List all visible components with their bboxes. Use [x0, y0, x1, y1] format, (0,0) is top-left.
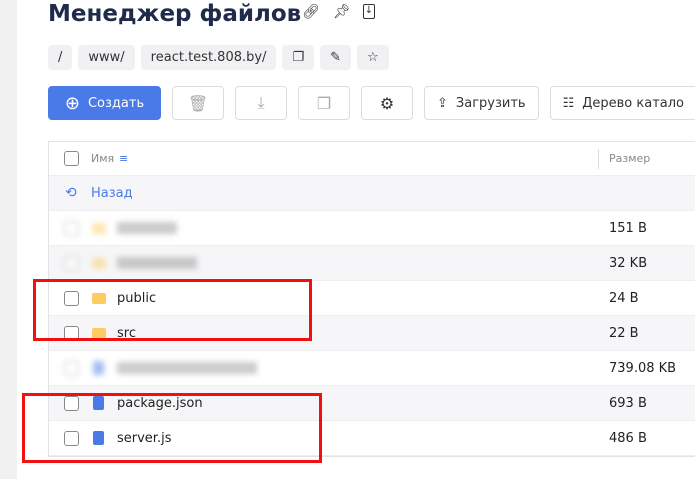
folder-star-icon[interactable]: ☆ — [357, 45, 389, 70]
file-size: 32 KB — [609, 255, 648, 271]
file-name-blurred — [117, 257, 197, 269]
file-size: 486 B — [609, 430, 647, 446]
table-header: Имя ≡ Размер — [49, 142, 695, 176]
column-name[interactable]: Имя — [91, 152, 114, 165]
file-size: 151 B — [609, 220, 647, 236]
sort-icon[interactable]: ≡ — [119, 152, 128, 165]
column-size[interactable]: Размер — [609, 152, 650, 165]
folder-icon — [92, 222, 106, 234]
upload-button[interactable]: ⇪ Загрузить — [424, 86, 539, 120]
toolbar: ⊕ Создать 🗑︎ ⤓ ❐ ⚙ ⇪ Загрузить ☷ Дерево кат… — [48, 86, 695, 120]
file-name-blurred — [117, 222, 177, 234]
download-button[interactable]: ⤓ — [235, 86, 287, 120]
file-name-blurred — [117, 362, 257, 374]
file-size: 739.08 KB — [609, 360, 677, 376]
row-checkbox[interactable] — [64, 220, 79, 236]
row-checkbox[interactable] — [64, 360, 79, 376]
highlight-box — [33, 279, 312, 341]
copy-button[interactable]: ❐ — [298, 86, 350, 120]
folder-icon — [92, 257, 106, 269]
copy-path-icon[interactable]: ❐ — [282, 45, 315, 70]
table-row[interactable]: 151 B — [49, 211, 695, 246]
left-sidebar-edge — [0, 0, 17, 479]
back-icon: ⟲ — [65, 185, 77, 201]
table-row[interactable]: 739.08 KB — [49, 351, 695, 386]
file-size: 24 B — [609, 290, 639, 306]
settings-button[interactable]: ⚙ — [361, 86, 413, 120]
download-file-icon[interactable]: ↓ — [363, 4, 375, 19]
upload-icon: ⇪ — [437, 95, 448, 111]
breadcrumb: / www/ react.test.808.by/ ❐ ✎ ☆ — [48, 45, 389, 70]
pin-icon[interactable]: 📌︎ — [333, 4, 351, 20]
highlight-box — [22, 393, 322, 463]
create-button[interactable]: ⊕ Создать — [48, 86, 161, 120]
breadcrumb-www[interactable]: www/ — [78, 45, 135, 70]
row-checkbox[interactable] — [64, 255, 79, 271]
breadcrumb-site[interactable]: react.test.808.by/ — [140, 45, 277, 70]
table-row[interactable]: 32 KB — [49, 246, 695, 281]
link-icon[interactable]: 🔗︎ — [302, 4, 320, 20]
breadcrumb-root[interactable]: / — [48, 45, 73, 70]
pencil-icon[interactable]: ✎ — [320, 45, 352, 70]
page-title: Менеджер файлов — [48, 1, 302, 27]
file-size: 693 B — [609, 395, 647, 411]
select-all-checkbox[interactable] — [64, 151, 79, 166]
gear-icon: ⚙ — [379, 93, 395, 113]
tree-button[interactable]: ☷ Дерево катало — [549, 86, 695, 120]
trash-icon: 🗑︎ — [187, 93, 209, 113]
file-size: 22 B — [609, 325, 639, 341]
file-icon — [93, 361, 104, 375]
tree-icon: ☷ — [562, 95, 575, 111]
copy-icon: ❐ — [316, 93, 332, 113]
back-row[interactable]: ⟲ Назад — [49, 176, 695, 211]
delete-button[interactable]: 🗑︎ — [172, 86, 224, 120]
plus-circle-icon: ⊕ — [64, 92, 80, 114]
back-label: Назад — [91, 185, 133, 201]
download-icon: ⤓ — [257, 93, 265, 112]
